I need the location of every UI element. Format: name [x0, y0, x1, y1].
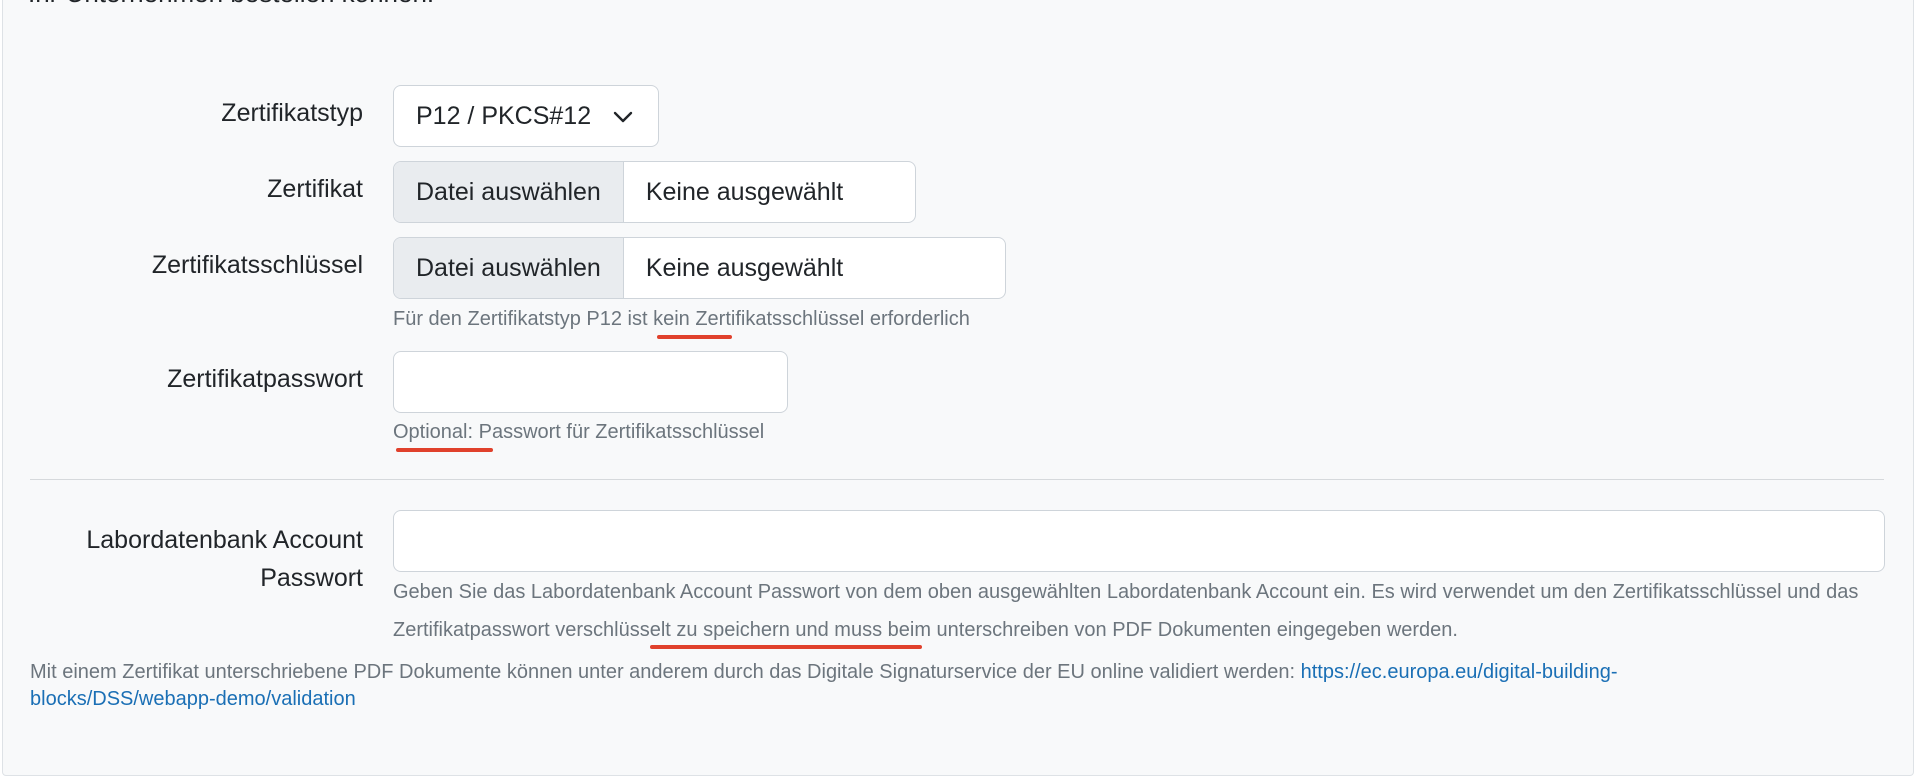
- certificate-choose-file-button[interactable]: Datei auswählen: [394, 162, 624, 222]
- chevron-down-icon: [613, 111, 633, 123]
- annotation-underline: [396, 448, 493, 452]
- cert-key-file-input[interactable]: Datei auswählen Keine ausgewählt: [393, 237, 1006, 299]
- validation-info-sentence: Mit einem Zertifikat unterschriebene PDF…: [30, 661, 1301, 683]
- cert-key-file-name: Keine ausgewählt: [645, 253, 844, 282]
- annotation-underline: [657, 335, 732, 339]
- cert-key-help-text: Für den Zertifikatstyp P12 ist kein Zert…: [393, 308, 970, 330]
- annotation-underline: [650, 645, 922, 649]
- validation-info-text: Mit einem Zertifikat unterschriebene PDF…: [30, 659, 1730, 713]
- lab-password-input[interactable]: [393, 510, 1885, 572]
- lab-password-label: Labordatenbank Account Passwort: [86, 526, 363, 592]
- lab-password-help-text: Geben Sie das Labordatenbank Account Pas…: [393, 581, 1859, 641]
- certificate-file-input[interactable]: Datei auswählen Keine ausgewählt: [393, 161, 916, 223]
- certificate-file-name: Keine ausgewählt: [645, 177, 844, 206]
- intro-text: Ihr Unternehmen bestellen können.: [28, 0, 434, 9]
- cert-type-select[interactable]: P12 / PKCS#12: [393, 85, 659, 147]
- cert-password-label: Zertifikatpasswort: [167, 365, 363, 393]
- cert-key-label: Zertifikatsschlüssel: [151, 251, 363, 279]
- cert-type-label: Zertifikatstyp: [221, 99, 363, 127]
- cert-password-help-text: Optional: Passwort für Zertifikatsschlüs…: [393, 421, 765, 443]
- section-divider: [30, 479, 1884, 480]
- cert-password-input[interactable]: [393, 351, 788, 413]
- cert-key-choose-file-button[interactable]: Datei auswählen: [394, 238, 624, 298]
- cert-type-value: P12 / PKCS#12: [416, 101, 592, 130]
- certificate-label: Zertifikat: [267, 175, 363, 203]
